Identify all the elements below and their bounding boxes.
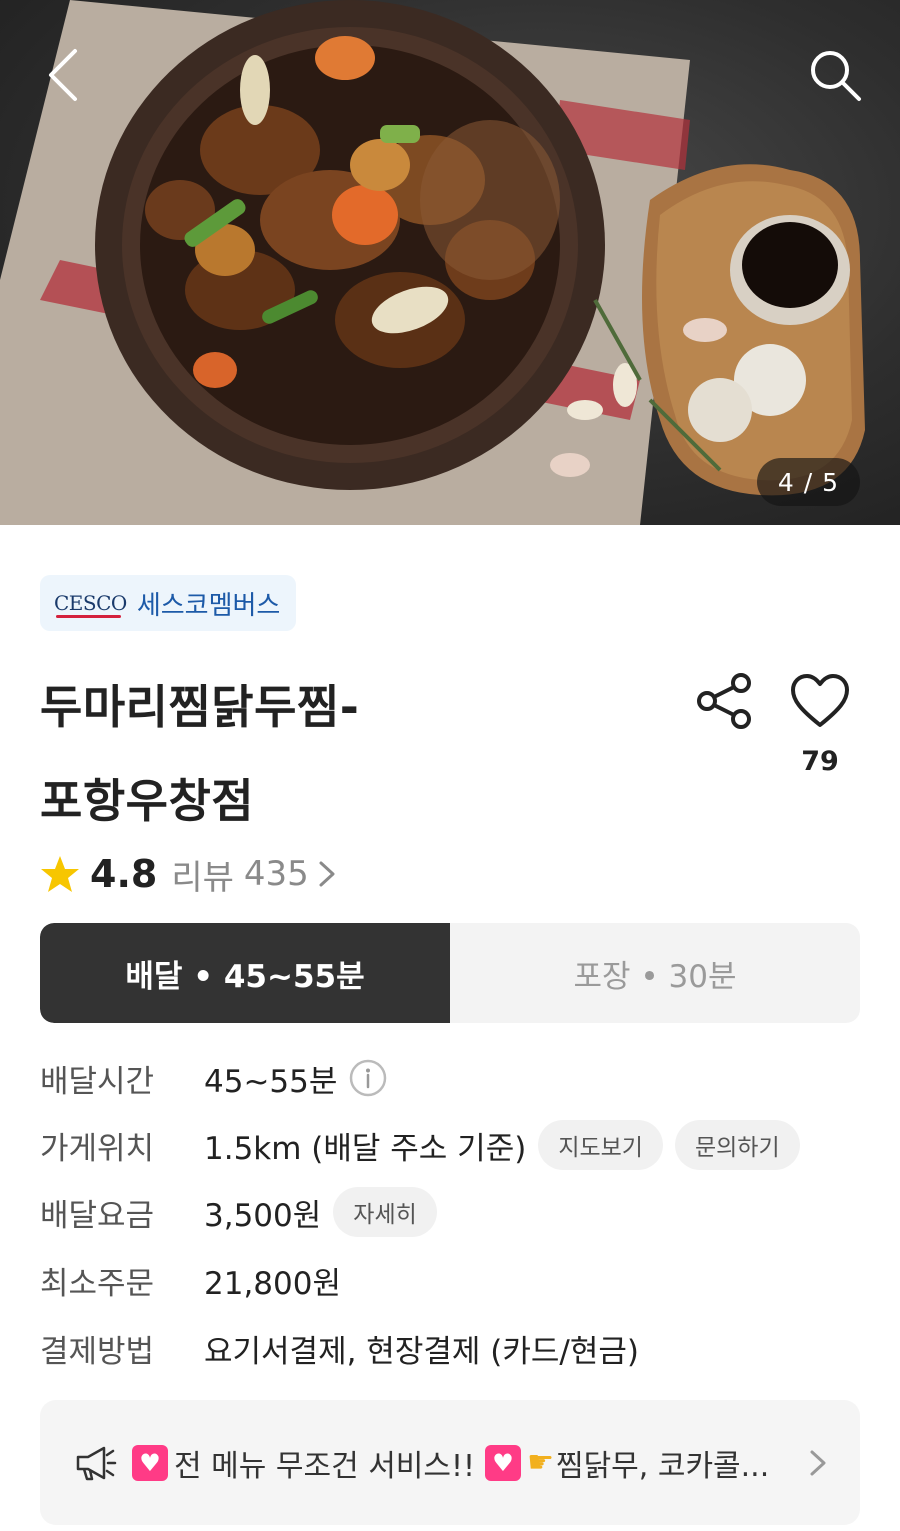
chevron-right-icon xyxy=(319,861,335,887)
info-label: 배달요금 xyxy=(40,1197,155,1234)
chevron-right-icon xyxy=(810,1450,826,1475)
megaphone-icon xyxy=(76,1446,117,1480)
inquiry-button[interactable]: 문의하기 xyxy=(674,1120,800,1170)
info-label: 배달시간 xyxy=(40,1063,155,1100)
brand-badge[interactable]: CESCO 세스코멤버스 xyxy=(40,575,297,631)
info-value: 21,800원 xyxy=(204,1265,341,1302)
rating-score: 4.8 xyxy=(90,852,158,896)
review-link[interactable]: 리뷰 435 xyxy=(171,850,338,899)
info-value: 3,500원 xyxy=(204,1197,322,1234)
like-button[interactable] xyxy=(785,668,855,734)
info-label: 최소주문 xyxy=(40,1265,155,1302)
cesco-logo: CESCO xyxy=(54,591,127,618)
brand-name: 세스코멤버스 xyxy=(136,590,281,621)
like-count: 79 xyxy=(801,746,839,777)
store-title-line1: 두마리찜닭두찜- xyxy=(40,680,360,734)
notice-part1: 전 메뉴 무조건 서비스!! xyxy=(174,1448,476,1484)
info-row-delivery-fee: 배달요금 3,500원 자세히 xyxy=(40,1182,437,1242)
heart-emoji-icon: ♥ xyxy=(485,1444,522,1481)
info-value: 요기서결제, 현장결제 (카드/현금) xyxy=(204,1333,639,1370)
info-value: 45~55분 xyxy=(204,1063,338,1100)
hero-food-image[interactable]: 4 / 5 xyxy=(0,0,900,525)
info-icon xyxy=(350,1059,387,1097)
fee-detail-button[interactable]: 자세히 xyxy=(333,1187,437,1237)
search-button[interactable] xyxy=(800,40,870,110)
info-row-location: 가게위치 1.5km (배달 주소 기준) 지도보기 문의하기 xyxy=(40,1115,800,1175)
image-counter: 4 / 5 xyxy=(757,458,860,506)
search-icon xyxy=(811,51,861,101)
review-count: 435 xyxy=(243,854,309,894)
rating-row: 4.8 리뷰 435 xyxy=(40,848,339,900)
share-button[interactable] xyxy=(692,668,758,734)
notice-part2: 찜닭무, 코카콜... xyxy=(555,1448,770,1484)
review-label: 리뷰 xyxy=(171,857,234,898)
share-icon xyxy=(697,673,751,729)
heart-icon xyxy=(791,674,849,727)
notice-banner[interactable]: ♥ 전 메뉴 무조건 서비스!! ♥ ☛ 찜닭무, 코카콜... xyxy=(40,1400,860,1525)
notice-text: ♥ 전 메뉴 무조건 서비스!! ♥ ☛ 찜닭무, 코카콜... xyxy=(132,1441,806,1485)
tab-pickup[interactable]: 포장 • 30분 xyxy=(450,923,860,1023)
pointing-hand-icon: ☛ xyxy=(527,1445,554,1480)
info-row-delivery-time: 배달시간 45~55분 xyxy=(40,1048,387,1108)
food-photo xyxy=(0,0,865,525)
chevron-left-icon xyxy=(49,49,77,101)
info-label: 가게위치 xyxy=(40,1130,155,1167)
info-value: 1.5km (배달 주소 기준) xyxy=(204,1130,527,1167)
tab-delivery[interactable]: 배달 • 45~55분 xyxy=(40,923,450,1023)
heart-emoji-icon: ♥ xyxy=(132,1444,168,1481)
info-label: 결제방법 xyxy=(40,1333,155,1370)
star-icon xyxy=(41,856,79,892)
info-row-payment: 결제방법 요기서결제, 현장결제 (카드/현금) xyxy=(40,1318,639,1378)
info-row-min-order: 최소주문 21,800원 xyxy=(40,1250,341,1310)
store-title-line2: 포항우창점 xyxy=(40,774,255,828)
map-button[interactable]: 지도보기 xyxy=(538,1120,663,1170)
store-title: 두마리찜닭두찜- 포항우창점 xyxy=(40,660,640,848)
order-type-tabs: 배달 • 45~55분 포장 • 30분 xyxy=(40,923,860,1023)
back-button[interactable] xyxy=(28,40,98,110)
info-button[interactable] xyxy=(349,1059,387,1097)
